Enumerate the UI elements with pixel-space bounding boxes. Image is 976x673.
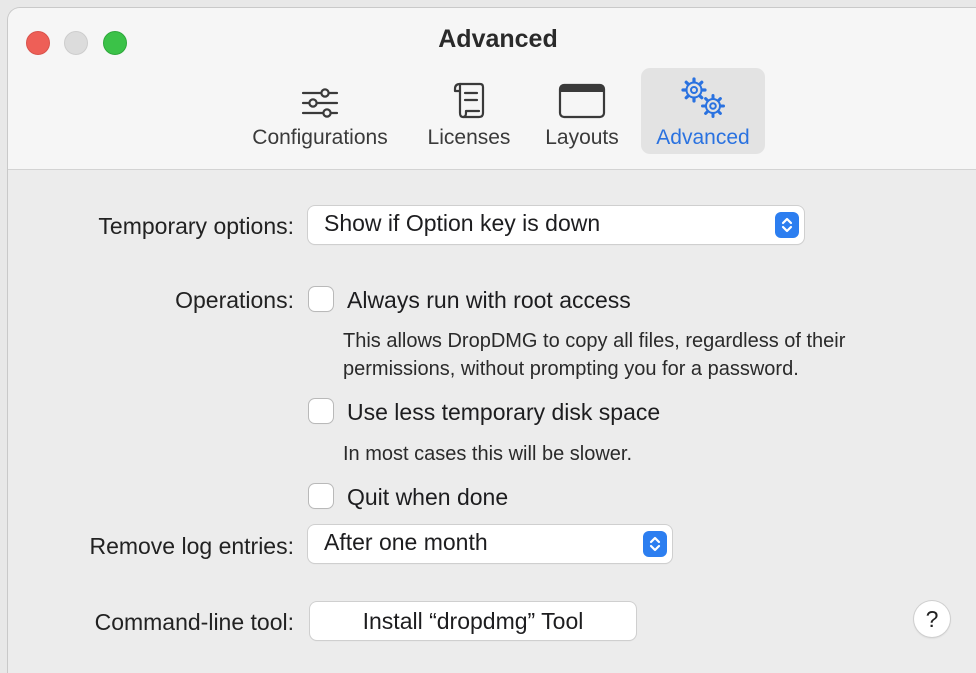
quit-when-done-label: Quit when done xyxy=(347,484,509,510)
less-disk-space-help: In most cases this will be slower. xyxy=(343,440,632,468)
less-disk-space-checkbox[interactable] xyxy=(309,399,333,423)
remove-log-entries-label: Remove log entries: xyxy=(89,533,294,559)
scroll-icon xyxy=(452,72,486,120)
tab-layouts[interactable]: Layouts xyxy=(538,68,626,154)
install-tool-button[interactable]: Install “dropdmg” Tool xyxy=(310,602,636,640)
less-disk-space-label: Use less temporary disk space xyxy=(347,399,661,425)
help-line: This allows DropDMG to copy all files, r… xyxy=(343,330,846,352)
tab-label: Licenses xyxy=(427,126,511,149)
chevron-up-down-icon xyxy=(643,531,667,557)
window-icon xyxy=(558,72,606,120)
window-title: Advanced xyxy=(438,25,558,53)
gears-icon xyxy=(675,72,731,120)
toolbar: Advanced Configurations Licenses Layouts… xyxy=(8,8,976,170)
root-access-help: This allows DropDMG to copy all files, r… xyxy=(343,327,845,383)
tab-label: Configurations xyxy=(252,126,388,149)
tab-licenses[interactable]: Licenses xyxy=(420,68,518,154)
sliders-icon xyxy=(301,72,339,120)
root-access-checkbox[interactable] xyxy=(309,287,333,311)
temporary-options-popup[interactable]: Show if Option key is down xyxy=(308,206,804,244)
operations-label: Operations: xyxy=(175,287,294,313)
tab-advanced[interactable]: Advanced xyxy=(641,68,765,154)
help-line: In most cases this will be slower. xyxy=(343,443,632,465)
root-access-label: Always run with root access xyxy=(347,287,631,313)
remove-log-entries-popup[interactable]: After one month xyxy=(308,525,672,563)
popup-value: Show if Option key is down xyxy=(324,210,601,236)
tab-label: Advanced xyxy=(656,126,750,149)
temporary-options-label: Temporary options: xyxy=(98,213,294,239)
help-line: permissions, without prompting you for a… xyxy=(343,358,799,380)
command-line-tool-label: Command-line tool: xyxy=(94,609,294,635)
chevron-up-down-icon xyxy=(775,212,799,238)
help-button[interactable]: ? xyxy=(914,601,950,637)
tab-label: Layouts xyxy=(545,126,619,149)
tab-configurations[interactable]: Configurations xyxy=(242,68,398,154)
quit-when-done-checkbox[interactable] xyxy=(309,484,333,508)
preferences-window: Advanced Configurations Licenses Layouts… xyxy=(8,8,976,673)
popup-value: After one month xyxy=(324,529,488,555)
